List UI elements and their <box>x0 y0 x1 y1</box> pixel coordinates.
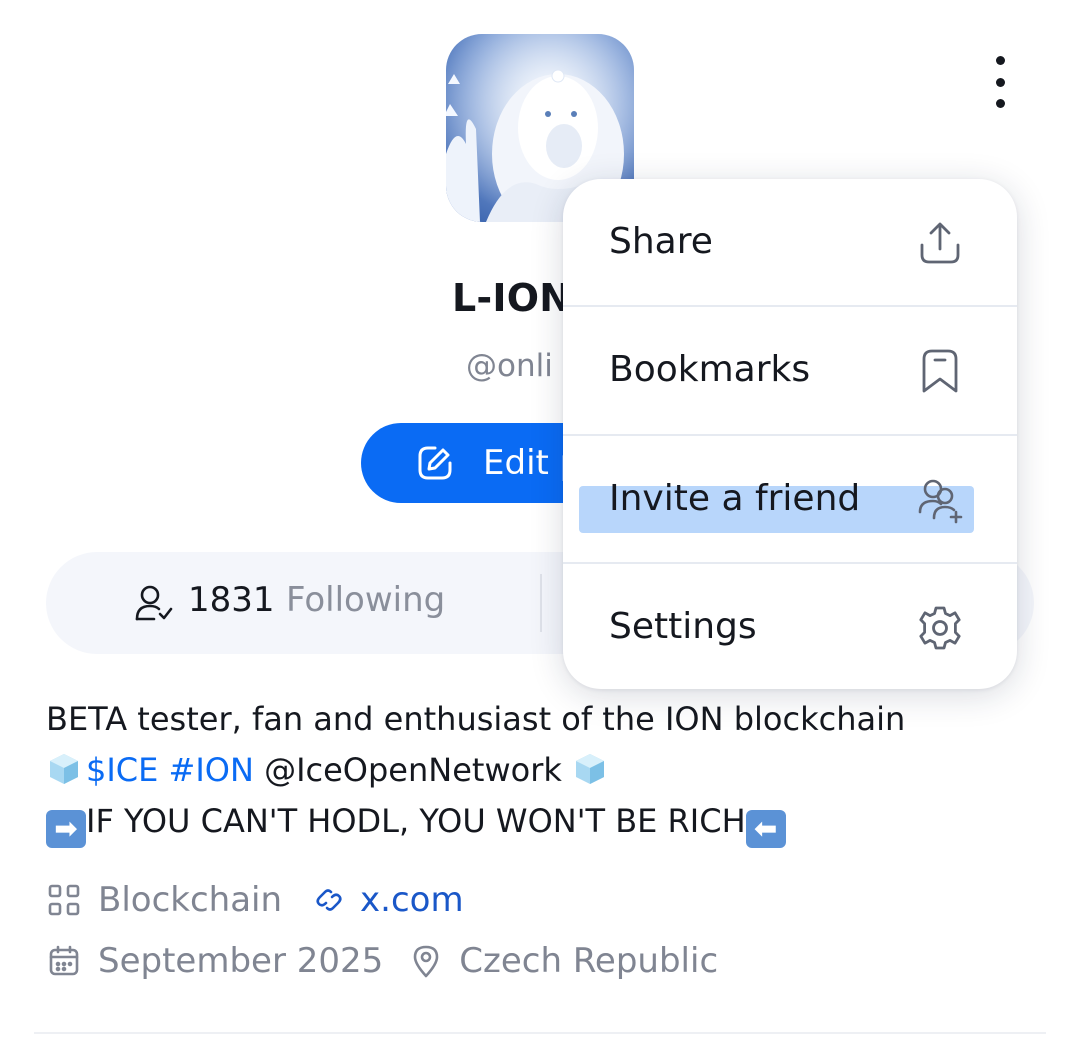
profile-name: L-ION <box>452 276 572 320</box>
edit-icon <box>418 446 452 480</box>
more-dot-icon <box>995 77 1005 87</box>
more-dot-icon <box>995 56 1005 65</box>
profile-options-menu: Share Bookmarks Invite a friend Settings <box>563 179 1017 689</box>
bio-line-3-text: IF YOU CAN'T HODL, YOU WON'T BE RICH <box>86 802 746 840</box>
arrow-left-icon: ⬅ <box>745 810 786 848</box>
bio-line-2: $ICE #ION @IceOpenNetwork <box>46 745 905 796</box>
menu-item-label: Settings <box>609 606 757 647</box>
menu-item-settings[interactable]: Settings <box>563 564 1017 689</box>
location-label: Czech Republic <box>459 941 719 981</box>
bookmark-icon <box>922 349 958 393</box>
bio-ticker-link[interactable]: $ICE <box>86 751 158 789</box>
ice-cube-icon <box>576 754 605 784</box>
menu-item-invite-friend[interactable]: Invite a friend <box>563 436 1017 563</box>
menu-item-label: Share <box>609 221 713 262</box>
settings-icon <box>919 606 961 650</box>
profile-handle: @onli <box>466 348 553 384</box>
bio-line-3: ➡ IF YOU CAN'T HODL, YOU WON'T BE RICH ⬅ <box>46 796 905 848</box>
section-divider <box>34 1032 1046 1034</box>
menu-item-label: Invite a friend <box>609 478 861 519</box>
more-options-button[interactable] <box>980 56 1020 108</box>
following-count[interactable]: 1831 <box>188 580 275 620</box>
bio-line-1: BETA tester, fan and enthusiast of the I… <box>46 700 906 738</box>
following-icon <box>135 585 173 621</box>
location-icon <box>413 945 439 978</box>
website-link[interactable]: x.com <box>360 880 464 920</box>
bio-hashtag-link[interactable]: #ION <box>169 751 254 789</box>
stats-divider <box>540 574 542 632</box>
invite-friend-icon <box>918 479 963 524</box>
profile-screen: L-ION @onli Edit p 1831 Following BETA t… <box>0 0 1080 1038</box>
category-icon <box>48 884 80 916</box>
bio-mention[interactable]: @IceOpenNetwork <box>264 751 562 789</box>
menu-item-label: Bookmarks <box>609 349 811 390</box>
ice-cube-icon <box>50 754 78 784</box>
category-label: Blockchain <box>98 880 283 920</box>
profile-bio: BETA tester, fan and enthusiast of the I… <box>46 694 906 848</box>
share-icon <box>920 222 960 264</box>
arrow-right-icon: ➡ <box>46 810 86 848</box>
joined-date: September 2025 <box>98 941 384 981</box>
following-label[interactable]: Following <box>286 580 445 620</box>
meta-row-joined: September 2025 Czech Republic <box>46 941 718 981</box>
link-icon <box>316 889 342 911</box>
more-dot-icon <box>995 99 1005 108</box>
menu-item-bookmarks[interactable]: Bookmarks <box>563 307 1017 434</box>
meta-row-category: Blockchain x.com <box>46 880 464 920</box>
calendar-icon <box>49 945 79 976</box>
menu-item-share[interactable]: Share <box>563 179 1017 306</box>
